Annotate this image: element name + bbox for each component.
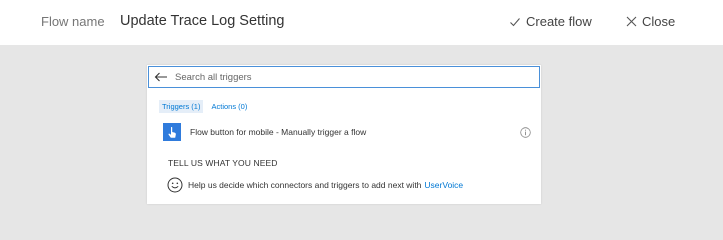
- flow-name-label: Flow name: [41, 14, 105, 29]
- tab-triggers[interactable]: Triggers (1): [159, 100, 204, 113]
- feedback-row: Help us decide which connectors and trig…: [167, 177, 463, 193]
- close-button[interactable]: Close: [626, 14, 675, 29]
- trigger-action-tabs: Triggers (1) Actions (0): [159, 100, 255, 113]
- search-input[interactable]: [175, 71, 539, 83]
- close-icon: [626, 16, 637, 27]
- feedback-text: Help us decide which connectors and trig…: [188, 180, 422, 190]
- smiley-icon: [167, 177, 183, 193]
- tab-actions[interactable]: Actions (0): [208, 100, 250, 113]
- create-flow-button[interactable]: Create flow: [509, 14, 592, 29]
- search-box: [148, 66, 540, 88]
- feedback-heading: TELL US WHAT YOU NEED: [168, 158, 278, 168]
- trigger-item-label: Flow button for mobile - Manually trigge…: [190, 127, 367, 137]
- create-flow-label: Create flow: [526, 14, 592, 29]
- hand-tap-icon: [163, 123, 181, 141]
- checkmark-icon: [509, 16, 521, 28]
- top-bar: Flow name Update Trace Log Setting Creat…: [0, 0, 723, 45]
- trigger-item-flow-button[interactable]: Flow button for mobile - Manually trigge…: [163, 122, 531, 142]
- close-label: Close: [642, 14, 676, 29]
- trigger-picker-panel: Triggers (1) Actions (0) Flow button for…: [147, 65, 541, 204]
- info-icon[interactable]: [520, 126, 531, 138]
- back-arrow-icon[interactable]: [151, 67, 171, 87]
- uservoice-link[interactable]: UserVoice: [424, 180, 463, 190]
- flow-name-value[interactable]: Update Trace Log Setting: [120, 13, 284, 29]
